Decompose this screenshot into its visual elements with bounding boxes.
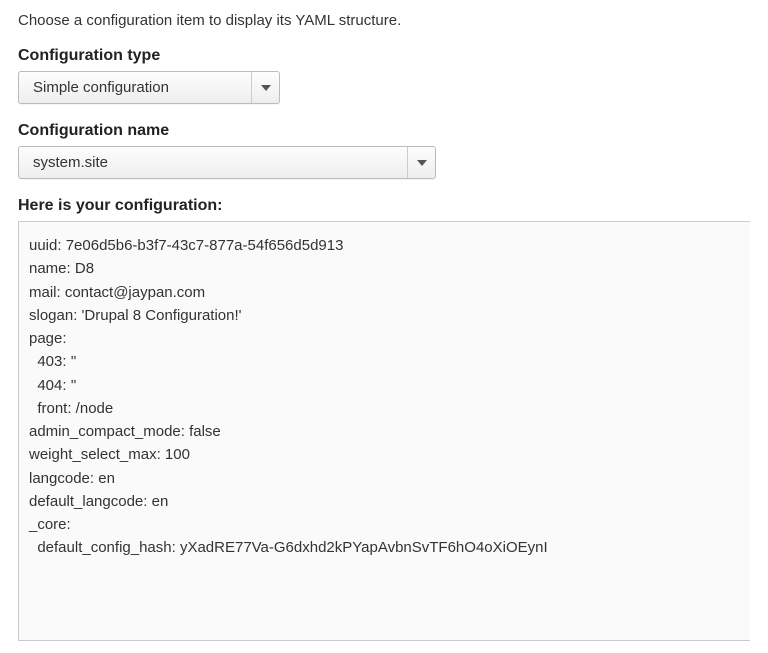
- output-label: Here is your configuration:: [18, 197, 750, 215]
- yaml-output: uuid: 7e06d5b6-b3f7-43c7-877a-54f656d5d9…: [18, 221, 750, 641]
- config-type-select-wrapper: Simple configuration: [18, 71, 280, 104]
- config-name-select-wrapper: system.site: [18, 146, 436, 179]
- output-group: Here is your configuration: uuid: 7e06d5…: [18, 197, 750, 641]
- config-type-label: Configuration type: [18, 47, 750, 65]
- intro-text: Choose a configuration item to display i…: [18, 12, 750, 29]
- config-name-select[interactable]: system.site: [19, 147, 435, 178]
- config-type-group: Configuration type Simple configuration: [18, 47, 750, 104]
- config-name-label: Configuration name: [18, 122, 750, 140]
- config-type-select[interactable]: Simple configuration: [19, 72, 279, 103]
- config-name-group: Configuration name system.site: [18, 122, 750, 179]
